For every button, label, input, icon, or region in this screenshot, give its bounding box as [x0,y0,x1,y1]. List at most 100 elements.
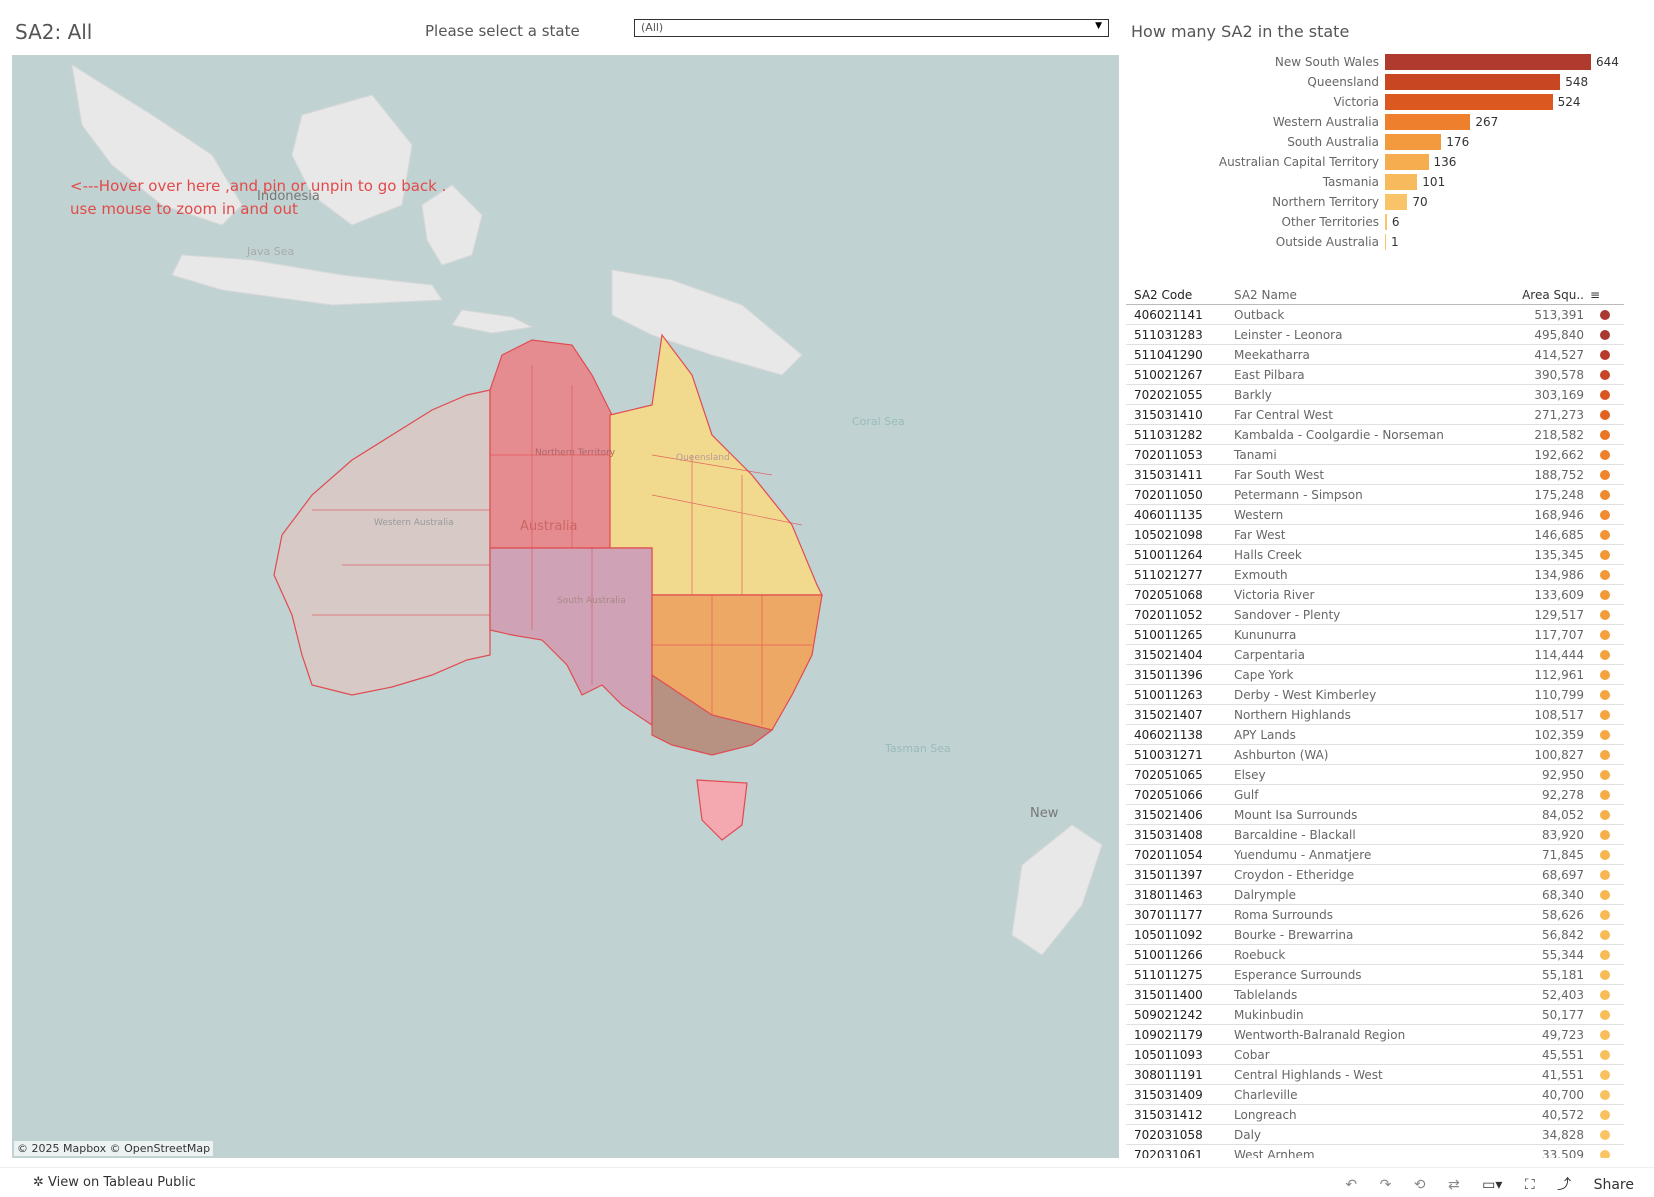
table-row[interactable]: 308011191 Central Highlands - West 41,551 [1126,1065,1624,1085]
table-row[interactable]: 511011275 Esperance Surrounds 55,181 [1126,965,1624,985]
area-dot-icon[interactable] [1600,970,1610,980]
bar-row[interactable]: South Australia 176 [1131,132,1651,152]
table-row[interactable]: 702031061 West Arnhem 33,509 [1126,1145,1624,1158]
bar[interactable] [1385,234,1386,250]
bar[interactable] [1385,134,1442,150]
bar-row[interactable]: New South Wales 644 [1131,52,1651,72]
table-row[interactable]: 105011092 Bourke - Brewarrina 56,842 [1126,925,1624,945]
table-row[interactable]: 510011265 Kununurra 117,707 [1126,625,1624,645]
table-row[interactable]: 315031408 Barcaldine - Blackall 83,920 [1126,825,1624,845]
table-row[interactable]: 406021138 APY Lands 102,359 [1126,725,1624,745]
table-row[interactable]: 406021141 Outback 513,391 [1126,305,1624,325]
area-dot-icon[interactable] [1600,370,1610,380]
sa2-table-body[interactable]: 406021141 Outback 513,391 511031283 Leinster… [1126,305,1624,1158]
area-dot-icon[interactable] [1600,1070,1610,1080]
bar-row[interactable]: Other Territories 6 [1131,212,1651,232]
area-dot-icon[interactable] [1600,790,1610,800]
table-row[interactable]: 406011135 Western 168,946 [1126,505,1624,525]
col-header-area[interactable]: Area Squ.. [1522,288,1584,302]
table-row[interactable]: 509021242 Mukinbudin 50,177 [1126,1005,1624,1025]
area-dot-icon[interactable] [1600,1150,1610,1158]
revert-icon[interactable]: ⟲ [1414,1177,1426,1193]
redo-icon[interactable]: ↷ [1380,1177,1392,1193]
table-row[interactable]: 315021407 Northern Highlands 108,517 [1126,705,1624,725]
bar[interactable] [1385,114,1471,130]
area-dot-icon[interactable] [1600,1110,1610,1120]
table-row[interactable]: 510011264 Halls Creek 135,345 [1126,545,1624,565]
table-row[interactable]: 702031058 Daly 34,828 [1126,1125,1624,1145]
area-dot-icon[interactable] [1600,990,1610,1000]
table-row[interactable]: 510021267 East Pilbara 390,578 [1126,365,1624,385]
table-row[interactable]: 510031271 Ashburton (WA) 100,827 [1126,745,1624,765]
area-dot-icon[interactable] [1600,510,1610,520]
bar[interactable] [1385,194,1408,210]
area-dot-icon[interactable] [1600,490,1610,500]
area-dot-icon[interactable] [1600,1030,1610,1040]
bar[interactable] [1385,174,1418,190]
table-row[interactable]: 702051068 Victoria River 133,609 [1126,585,1624,605]
chevron-down-icon[interactable]: ▼ [1095,21,1102,31]
table-row[interactable]: 702021055 Barkly 303,169 [1126,385,1624,405]
area-dot-icon[interactable] [1600,1130,1610,1140]
area-dot-icon[interactable] [1600,650,1610,660]
area-dot-icon[interactable] [1600,450,1610,460]
table-row[interactable]: 315031411 Far South West 188,752 [1126,465,1624,485]
table-row[interactable]: 510011263 Derby - West Kimberley 110,799 [1126,685,1624,705]
table-row[interactable]: 511041290 Meekatharra 414,527 [1126,345,1624,365]
table-row[interactable]: 510011266 Roebuck 55,344 [1126,945,1624,965]
area-dot-icon[interactable] [1600,310,1610,320]
bar[interactable] [1385,74,1561,90]
area-dot-icon[interactable] [1600,390,1610,400]
area-dot-icon[interactable] [1600,350,1610,360]
area-dot-icon[interactable] [1600,1010,1610,1020]
undo-icon[interactable]: ↶ [1345,1177,1357,1193]
area-dot-icon[interactable] [1600,730,1610,740]
bar-row[interactable]: Queensland 548 [1131,72,1651,92]
table-row[interactable]: 109021179 Wentworth-Balranald Region 49,72… [1126,1025,1624,1045]
table-row[interactable]: 307011177 Roma Surrounds 58,626 [1126,905,1624,925]
bar-row[interactable]: Australian Capital Territory 136 [1131,152,1651,172]
refresh-icon[interactable]: ⇄ [1448,1177,1460,1193]
area-dot-icon[interactable] [1600,750,1610,760]
area-dot-icon[interactable] [1600,950,1610,960]
bar-row[interactable]: Outside Australia 1 [1131,232,1651,252]
bar[interactable] [1385,54,1591,70]
table-row[interactable]: 315021406 Mount Isa Surrounds 84,052 [1126,805,1624,825]
area-dot-icon[interactable] [1600,870,1610,880]
table-row[interactable]: 315031410 Far Central West 271,273 [1126,405,1624,425]
bar-row[interactable]: Victoria 524 [1131,92,1651,112]
table-row[interactable]: 315011400 Tablelands 52,403 [1126,985,1624,1005]
fullscreen-icon[interactable]: ⛶ [1525,1177,1535,1193]
area-dot-icon[interactable] [1600,670,1610,680]
area-dot-icon[interactable] [1600,850,1610,860]
col-header-sa2-name[interactable]: SA2 Name [1234,288,1297,302]
area-dot-icon[interactable] [1600,590,1610,600]
table-row[interactable]: 511021277 Exmouth 134,986 [1126,565,1624,585]
area-dot-icon[interactable] [1600,330,1610,340]
table-row[interactable]: 315031409 Charleville 40,700 [1126,1085,1624,1105]
bar-row[interactable]: Tasmania 101 [1131,172,1651,192]
area-dot-icon[interactable] [1600,770,1610,780]
area-dot-icon[interactable] [1600,630,1610,640]
view-on-tableau-link[interactable]: ✲ View on Tableau Public [33,1175,196,1190]
area-dot-icon[interactable] [1600,910,1610,920]
table-row[interactable]: 315031412 Longreach 40,572 [1126,1105,1624,1125]
area-dot-icon[interactable] [1600,610,1610,620]
table-row[interactable]: 702011054 Yuendumu - Anmatjere 71,845 [1126,845,1624,865]
bar[interactable] [1385,214,1387,230]
area-dot-icon[interactable] [1600,410,1610,420]
bar-row[interactable]: Northern Territory 70 [1131,192,1651,212]
share-button[interactable]: ⤴ Share [1557,1177,1634,1193]
table-row[interactable]: 702011052 Sandover - Plenty 129,517 [1126,605,1624,625]
table-row[interactable]: 105021098 Far West 146,685 [1126,525,1624,545]
comment-icon[interactable]: ▭▾ [1482,1177,1502,1193]
table-row[interactable]: 315011396 Cape York 112,961 [1126,665,1624,685]
table-row[interactable]: 315011397 Croydon - Etheridge 68,697 [1126,865,1624,885]
table-row[interactable]: 511031282 Kambalda - Coolgardie - Norsema… [1126,425,1624,445]
map-attribution[interactable]: © 2025 Mapbox © OpenStreetMap [14,1141,214,1156]
bar[interactable] [1385,94,1553,110]
sort-icon[interactable]: ≡ [1590,288,1600,302]
bar[interactable] [1385,154,1429,170]
map-view[interactable]: Indonesia Java Sea Australia Northern Te… [12,55,1119,1158]
area-dot-icon[interactable] [1600,570,1610,580]
